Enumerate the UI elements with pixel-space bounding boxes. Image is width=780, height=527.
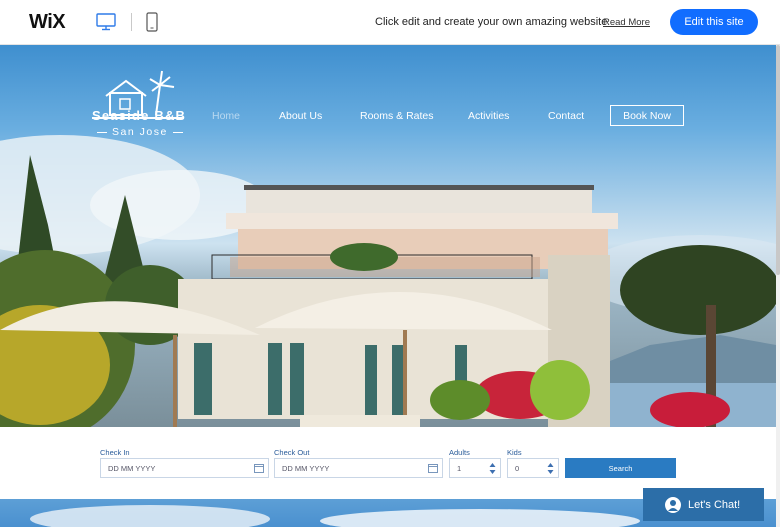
book-now-button[interactable]: Book Now [610,105,684,126]
adults-value: 1 [457,463,462,473]
adults-stepper[interactable]: 1 [449,458,501,478]
scrollbar-thumb[interactable] [776,45,780,275]
promo-text: Click edit and create your own amazing w… [375,16,608,28]
calendar-icon[interactable] [254,463,264,473]
desktop-icon[interactable] [96,13,116,31]
kids-stepper[interactable]: 0 [507,458,559,478]
nav-activities[interactable]: Activities [468,110,509,122]
mobile-icon[interactable] [146,12,158,32]
check-in-field[interactable]: DD MM YYYY [100,458,269,478]
check-out-placeholder: DD MM YYYY [282,463,330,473]
stepper-arrows-icon[interactable] [547,462,554,475]
hero-image [0,45,776,427]
site-subtitle: San Jose [92,126,184,138]
nav-rooms-rates[interactable]: Rooms & Rates [360,110,434,122]
edit-site-button[interactable]: Edit this site [670,9,758,35]
search-button[interactable]: Search [565,458,676,478]
chat-person-icon [665,496,681,513]
read-more-link[interactable]: Read More [603,17,650,28]
nav-contact[interactable]: Contact [548,110,584,122]
adults-label: Adults [449,448,470,457]
page: WiX Click edit and create your own amazi… [0,0,780,527]
editor-top-bar: WiX Click edit and create your own amazi… [0,0,780,45]
chat-button[interactable]: Let's Chat! [643,488,764,521]
calendar-icon[interactable] [428,463,438,473]
wix-logo[interactable]: WiX [29,11,66,34]
device-separator [131,13,132,31]
check-in-label: Check In [100,448,130,457]
kids-value: 0 [515,463,520,473]
check-in-placeholder: DD MM YYYY [108,463,156,473]
check-out-label: Check Out [274,448,310,457]
chat-label: Let's Chat! [688,498,741,511]
site-name[interactable]: Seaside B&B [92,108,186,123]
kids-label: Kids [507,448,522,457]
nav-home[interactable]: Home [212,110,240,122]
stepper-arrows-icon[interactable] [489,462,496,475]
check-out-field[interactable]: DD MM YYYY [274,458,443,478]
nav-about-us[interactable]: About Us [279,110,322,122]
